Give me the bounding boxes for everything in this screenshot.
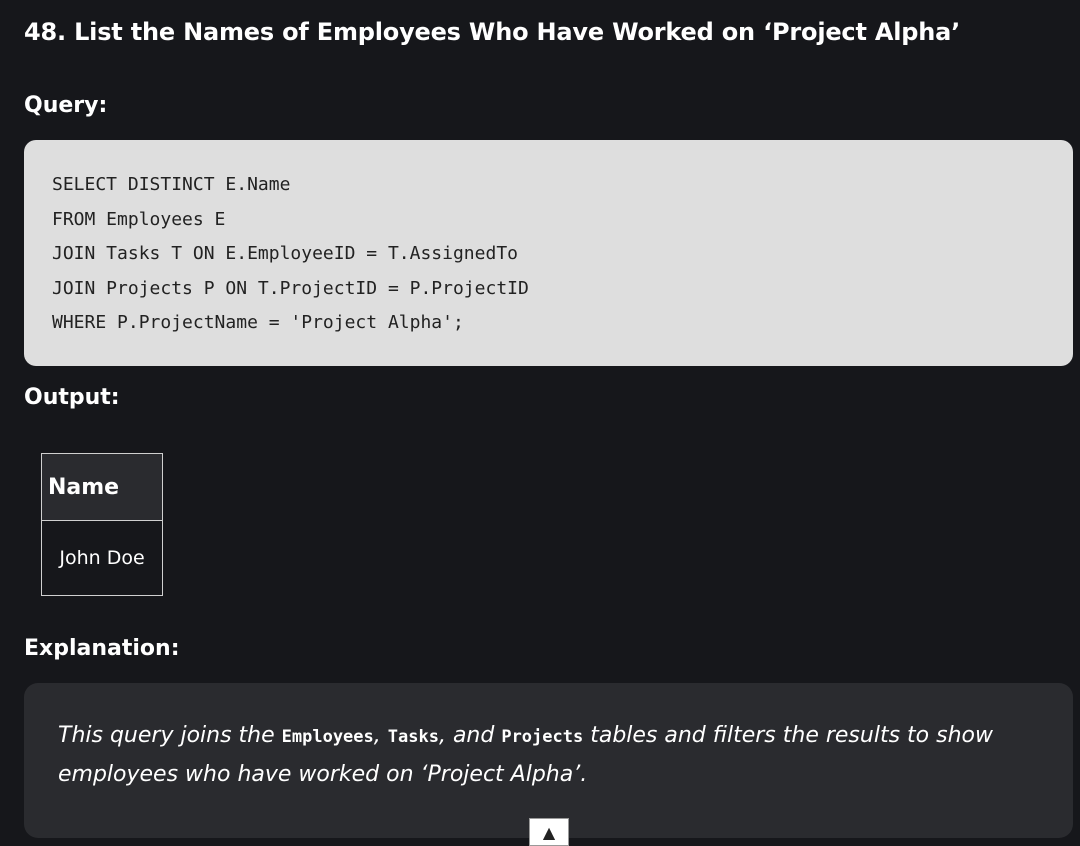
code-line: FROM Employees E (52, 208, 226, 230)
inline-code-tasks: Tasks (387, 727, 439, 747)
table-header-row: Name (41, 453, 163, 521)
explanation-box: This query joins the Employees, Tasks, a… (24, 683, 1073, 838)
explanation-text-part: , (373, 723, 388, 748)
code-line: WHERE P.ProjectName = 'Project Alpha'; (52, 312, 464, 333)
page-title: 48. List the Names of Employees Who Have… (24, 18, 961, 46)
table-cell: John Doe (41, 520, 163, 596)
sql-code-block[interactable]: SELECT DISTINCT E.Name FROM Employees E … (24, 140, 1073, 366)
scroll-to-top-button[interactable]: ▲ (529, 818, 569, 846)
code-line: JOIN Tasks T ON E.EmployeeID = T.Assigne… (52, 243, 518, 264)
query-heading: Query: (24, 93, 108, 118)
output-heading: Output: (24, 385, 120, 410)
inline-code-projects: Projects (501, 727, 584, 747)
inline-code-employees: Employees (281, 727, 374, 747)
explanation-text: This query joins the Employees, Tasks, a… (58, 717, 1043, 794)
table-row: John Doe (41, 520, 163, 596)
explanation-text-part: , and (438, 723, 502, 748)
code-line: SELECT DISTINCT E.Name (52, 174, 291, 195)
arrow-up-icon: ▲ (542, 822, 556, 842)
output-table: Name John Doe (41, 453, 163, 596)
column-header-name: Name (41, 453, 163, 521)
code-line: JOIN Projects P ON T.ProjectID = P.Proje… (52, 277, 529, 299)
explanation-text-part: This query joins the (58, 723, 282, 748)
explanation-heading: Explanation: (24, 636, 180, 661)
